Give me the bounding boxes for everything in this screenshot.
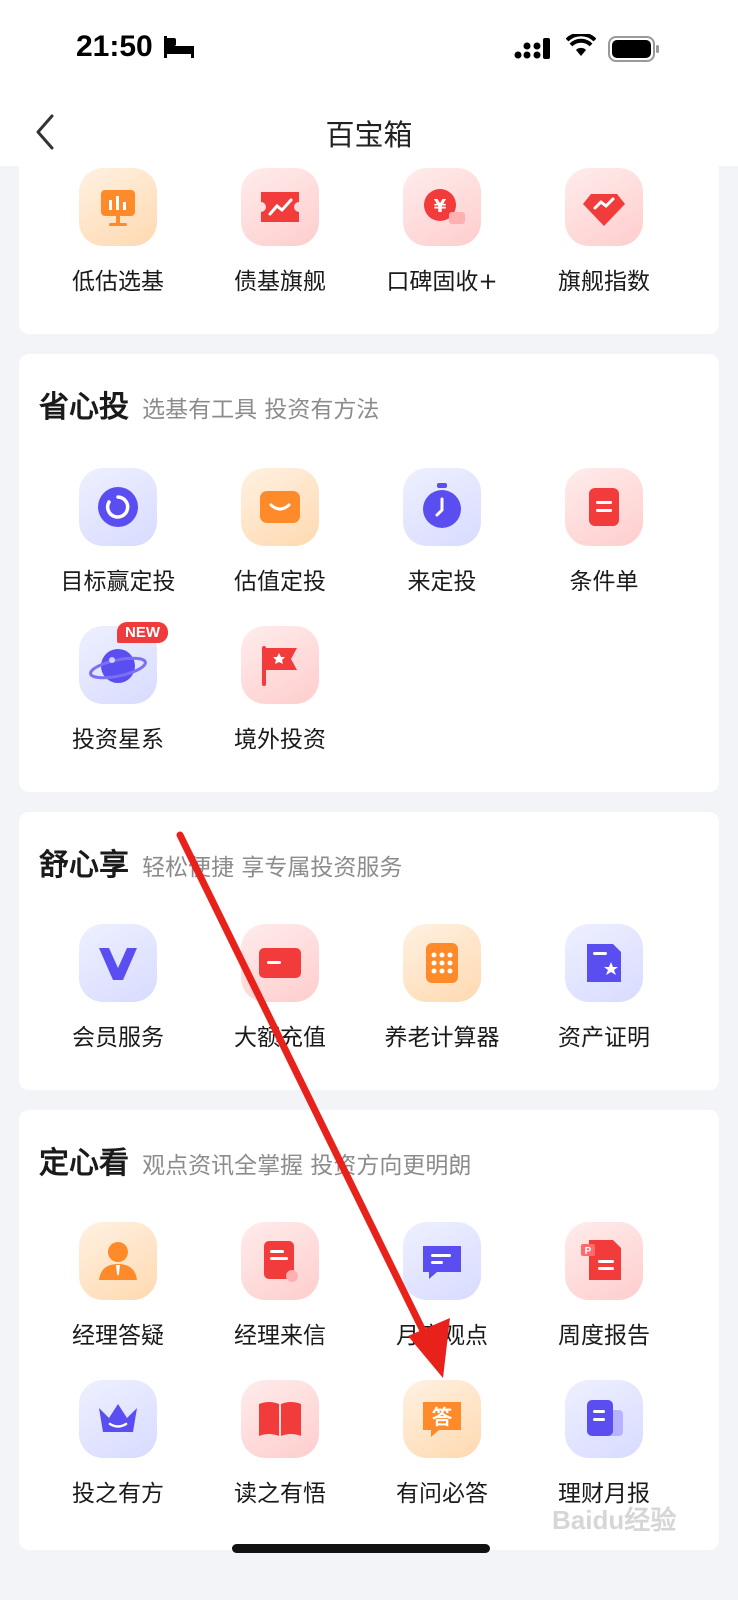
tool-item-come-invest[interactable]: 来定投 (361, 468, 523, 596)
watermark-text: Baidu经验 (552, 1505, 677, 1535)
tool-item-member-service[interactable]: 会员服务 (37, 924, 199, 1052)
tool-item-large-recharge[interactable]: 大额充值 (199, 924, 361, 1052)
tool-label: 资产证明 (558, 1025, 650, 1051)
yuan-coin-icon: ¥ (403, 168, 481, 246)
certificate-icon (565, 924, 643, 1002)
tool-label: 周度报告 (558, 1323, 650, 1349)
card-comfort-service: 舒心享 轻松便捷 享专属投资服务 会员服务 大额充值 养老计算器 资产证明 (19, 812, 719, 1090)
tool-label: 目标赢定投 (60, 569, 176, 595)
svg-text:P: P (585, 1246, 592, 1257)
tool-label: 口碑固收+ (386, 269, 498, 295)
tool-item-valuation-invest[interactable]: 估值定投 (199, 468, 361, 596)
tool-item-manager-qa[interactable]: 经理答疑 (37, 1222, 199, 1350)
card-insight-view: 定心看 观点资讯全掌握 投资方向更明朗 经理答疑 经理来信 月度观点 P 周度报… (19, 1110, 719, 1550)
order-doc-icon (565, 468, 643, 546)
status-bar: 21:50 (0, 0, 738, 100)
tool-label: 月度观点 (396, 1323, 488, 1349)
section-title: 定心看 (39, 1146, 129, 1181)
home-indicator[interactable] (232, 1544, 490, 1553)
section-subtitle: 选基有工具 投资有方法 (142, 397, 380, 423)
smile-box-icon (241, 468, 319, 546)
tool-label: 经理来信 (234, 1323, 326, 1349)
card-icon (241, 924, 319, 1002)
chart-board-icon (79, 168, 157, 246)
tool-item-overseas-invest[interactable]: 境外投资 (199, 626, 361, 754)
section-title: 舒心享 (39, 848, 129, 883)
section-subtitle: 观点资讯全掌握 投资方向更明朗 (142, 1153, 472, 1179)
tool-label: 读之有悟 (234, 1481, 326, 1507)
tool-label: 来定投 (407, 569, 477, 595)
target-ring-icon (79, 468, 157, 546)
tool-item-weekly-report[interactable]: P 周度报告 (523, 1222, 685, 1350)
tool-item-target-invest[interactable]: 目标赢定投 (37, 468, 199, 596)
svg-text:¥: ¥ (434, 196, 447, 217)
tool-label: 条件单 (569, 569, 639, 595)
tool-item-invest-method[interactable]: 投之有方 (37, 1380, 199, 1508)
tool-label: 有问必答 (396, 1481, 488, 1507)
answer-icon-text: 答 (432, 1405, 453, 1429)
report-icon: P (565, 1222, 643, 1300)
page-title: 百宝箱 (325, 118, 413, 152)
battery-icon (608, 36, 659, 62)
tool-label: 旗舰指数 (558, 269, 650, 295)
vip-v-icon (79, 924, 157, 1002)
tool-item-invest-galaxy[interactable]: NEW 投资星系 (37, 622, 199, 754)
new-badge: NEW (117, 622, 168, 643)
tool-label: 估值定投 (234, 569, 326, 595)
tool-label: 大额充值 (234, 1025, 326, 1051)
tool-item-conditional-order[interactable]: 条件单 (523, 468, 685, 596)
tool-item-manager-letter[interactable]: 经理来信 (199, 1222, 361, 1350)
section-title: 省心投 (39, 390, 129, 425)
tool-item-flagship-index[interactable]: 旗舰指数 (523, 168, 685, 296)
section-subtitle: 轻松便捷 享专属投资服务 (142, 855, 403, 881)
trend-ticket-icon (241, 168, 319, 246)
chat-bubble-icon (403, 1222, 481, 1300)
diamond-trend-icon (565, 168, 643, 246)
section-header: 舒心享 轻松便捷 享专属投资服务 (39, 840, 402, 884)
card-easy-invest: 省心投 选基有工具 投资有方法 目标赢定投 估值定投 来定投 条件单 NEW 投… (19, 354, 719, 792)
tool-label: 低估选基 (72, 269, 164, 295)
wifi-icon (566, 34, 596, 56)
crown-icon (79, 1380, 157, 1458)
monthly-report-icon (565, 1380, 643, 1458)
sleep-focus-icon (164, 36, 194, 58)
tool-item-pension-calculator[interactable]: 养老计算器 (361, 924, 523, 1052)
section-header: 定心看 观点资讯全掌握 投资方向更明朗 (39, 1138, 471, 1182)
tool-item-read-insight[interactable]: 读之有悟 (199, 1380, 361, 1508)
flag-icon (241, 626, 319, 704)
card-featured-tools: 低估选基 债基旗舰 ¥ 口碑固收+ 旗舰指数 (19, 150, 719, 334)
letter-icon (241, 1222, 319, 1300)
tool-label: 投之有方 (72, 1481, 164, 1507)
tool-label: 会员服务 (72, 1025, 164, 1051)
cellular-signal-icon (514, 38, 550, 59)
answer-icon: 答 (403, 1380, 481, 1458)
tool-item-asset-certificate[interactable]: 资产证明 (523, 924, 685, 1052)
tool-item-monthly-finance-report[interactable]: 理财月报 (523, 1380, 685, 1508)
stopwatch-icon (403, 468, 481, 546)
tool-label: 境外投资 (234, 727, 326, 753)
calculator-icon (403, 924, 481, 1002)
tool-label: 债基旗舰 (234, 269, 326, 295)
tool-item-fixed-income-plus[interactable]: ¥ 口碑固收+ (361, 168, 523, 296)
manager-icon (79, 1222, 157, 1300)
tool-item-bond-flagship[interactable]: 债基旗舰 (199, 168, 361, 296)
tool-label: 经理答疑 (72, 1323, 164, 1349)
status-time: 21:50 (76, 30, 153, 63)
tool-item-undervalued-fund[interactable]: 低估选基 (37, 168, 199, 296)
section-header: 省心投 选基有工具 投资有方法 (39, 382, 379, 426)
tool-label: 投资星系 (72, 727, 164, 753)
tool-item-monthly-view[interactable]: 月度观点 (361, 1222, 523, 1350)
book-icon (241, 1380, 319, 1458)
tool-item-ask-answer[interactable]: 答 有问必答 (361, 1380, 523, 1508)
tool-label: 养老计算器 (384, 1025, 500, 1051)
